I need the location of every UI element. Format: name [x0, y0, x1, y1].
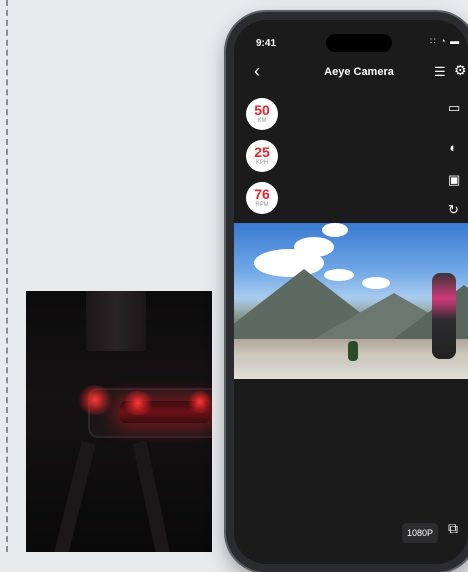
cloud — [322, 223, 348, 237]
phone-screen: 9:41 ∷ ◔ ▬ ‹ Aeye Camera ☰ ⚙ 50 KM 25 KP… — [234, 20, 468, 564]
distance-unit: KM — [257, 118, 267, 124]
road — [234, 359, 468, 379]
bike-stay-left — [50, 441, 96, 552]
mountain — [394, 285, 468, 339]
rotate-icon[interactable]: ↻ — [448, 202, 459, 218]
cadence-value: 76 — [254, 186, 270, 202]
cloud — [294, 237, 334, 257]
distance-gauge: 50 KM — [246, 98, 278, 130]
status-icons: ∷ ◔ ▬ — [430, 36, 461, 46]
light-icon[interactable]: ◖ — [448, 140, 456, 155]
dynamic-island — [326, 34, 392, 52]
phone-frame: 9:41 ∷ ◔ ▬ ‹ Aeye Camera ☰ ⚙ 50 KM 25 KP… — [226, 12, 468, 572]
gear-icon[interactable]: ⚙ — [454, 62, 467, 79]
battery-icon[interactable]: ▭ — [448, 100, 460, 116]
speed-gauge: 25 KPH — [246, 140, 278, 172]
distance-value: 50 — [254, 102, 270, 118]
app-title: Aeye Camera — [324, 66, 394, 78]
status-time: 9:41 — [256, 38, 277, 49]
back-icon[interactable]: ‹ — [254, 62, 260, 80]
light-glow-center — [121, 391, 155, 415]
camera-icon[interactable]: ▣ — [448, 172, 460, 188]
speed-unit: KPH — [255, 160, 269, 166]
fullscreen-icon[interactable]: ⧉ — [448, 520, 458, 537]
seat-post — [86, 291, 146, 351]
rider-far — [348, 341, 358, 361]
menu-icon[interactable]: ☰ — [434, 64, 446, 80]
dashed-border — [6, 0, 8, 552]
speed-value: 25 — [254, 144, 270, 160]
cadence-gauge: 76 RPM — [246, 182, 278, 214]
bike-stay-right — [132, 440, 174, 552]
light-glow-left — [76, 385, 114, 415]
camera-live-view[interactable] — [234, 223, 468, 379]
light-glow-right — [186, 391, 212, 413]
cadence-unit: RPM — [255, 202, 269, 208]
product-photo-tail-light — [26, 291, 212, 552]
resolution-button[interactable]: 1080P — [402, 523, 438, 543]
rider-near — [432, 273, 456, 359]
